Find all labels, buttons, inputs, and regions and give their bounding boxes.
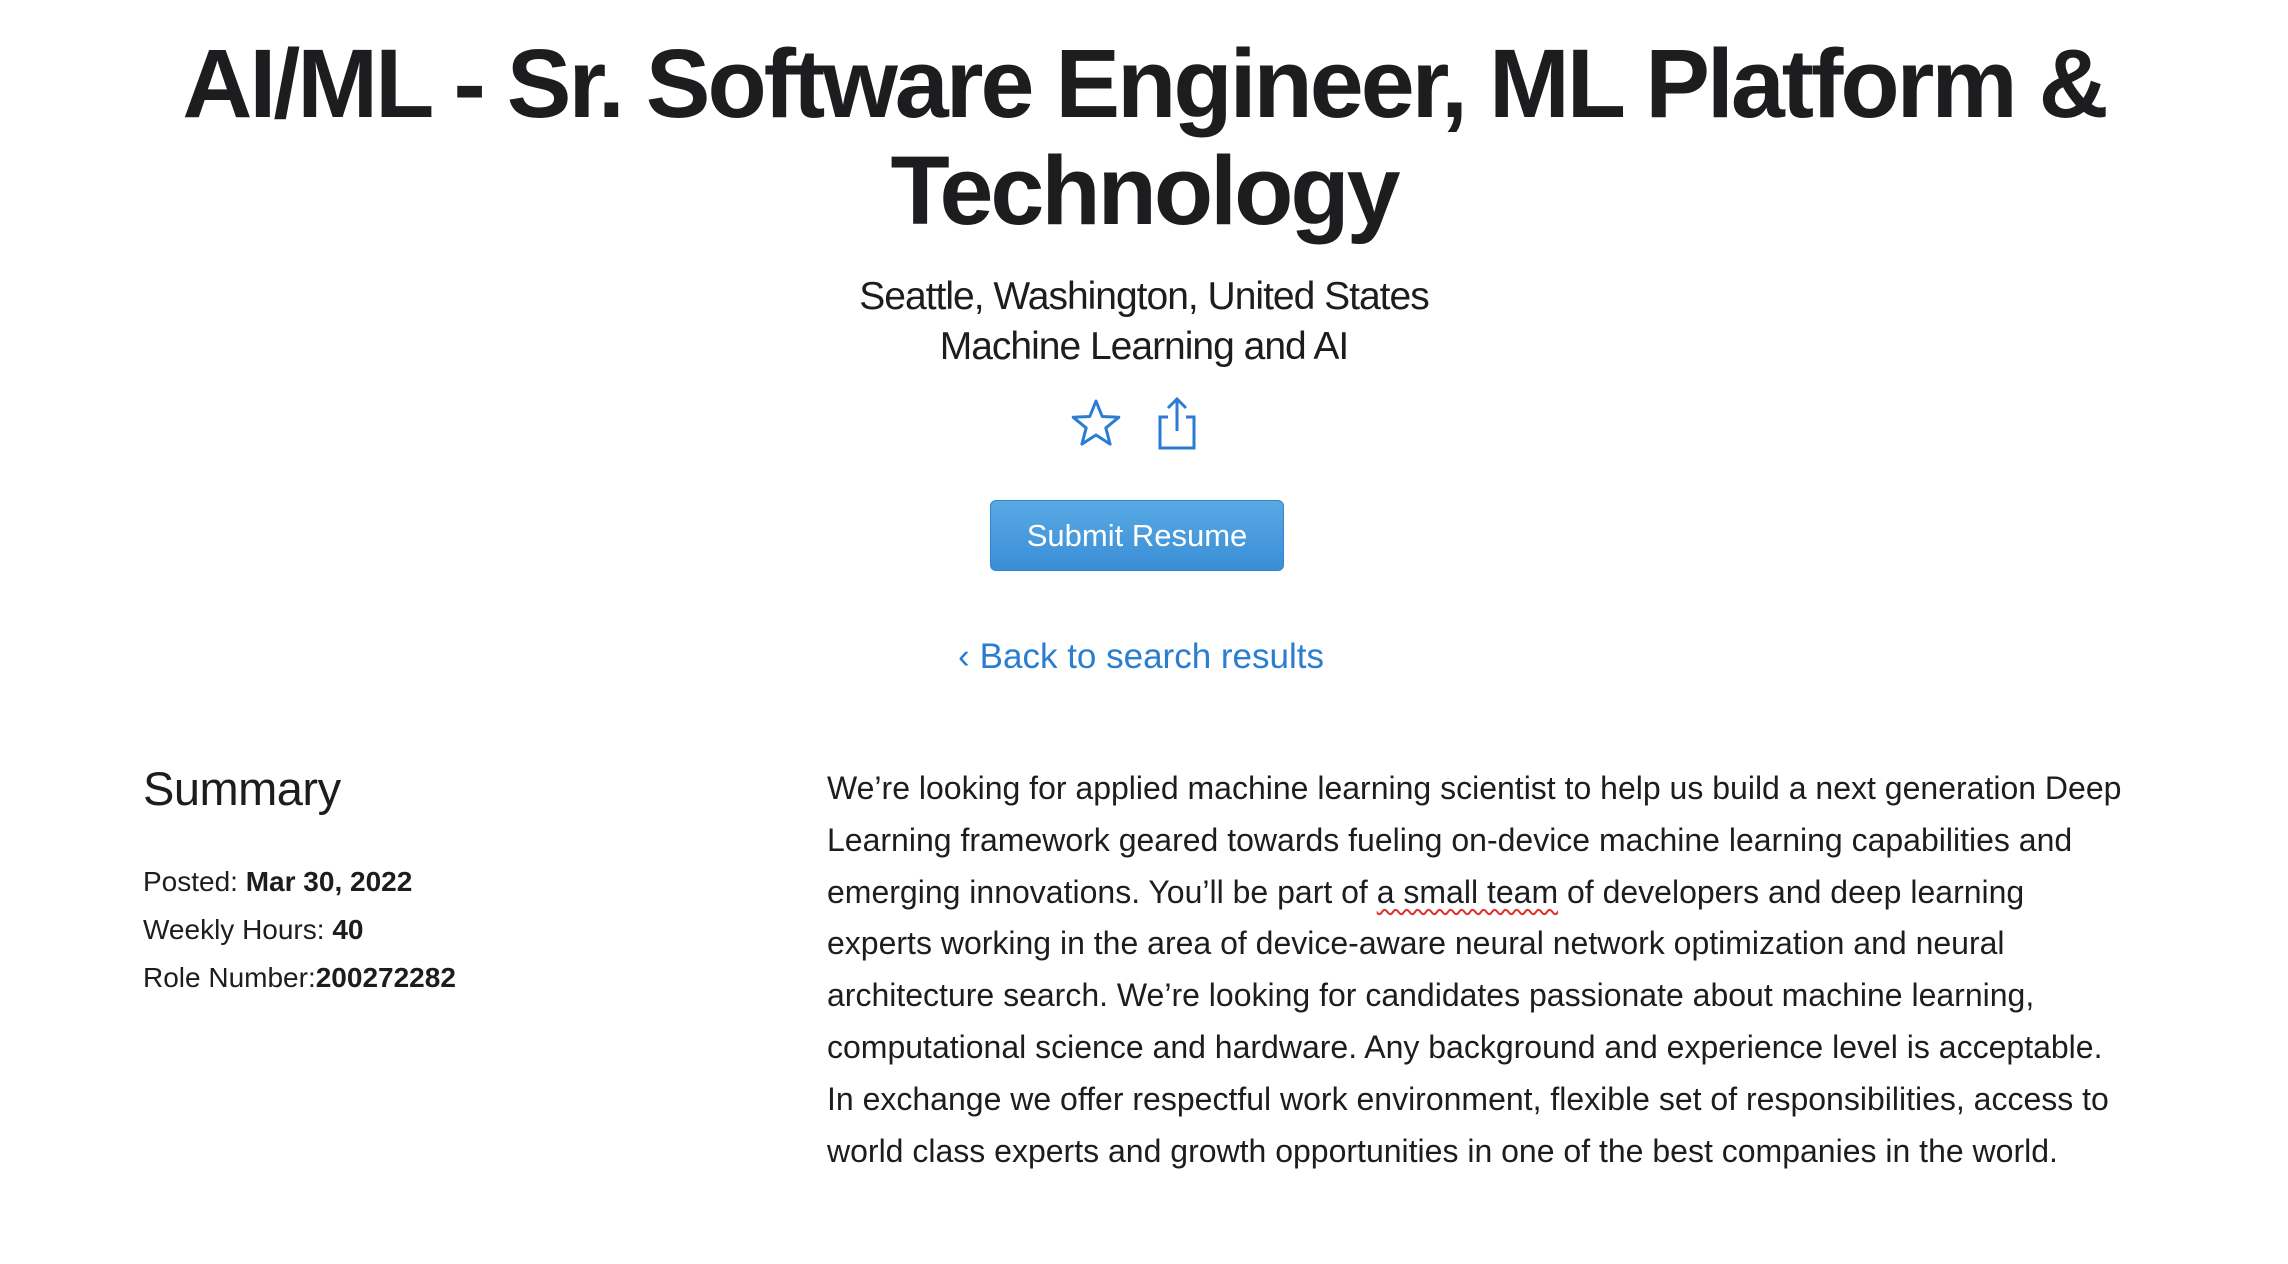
- share-icon: [1158, 396, 1196, 450]
- share-button[interactable]: [1147, 393, 1207, 453]
- favorite-button[interactable]: [1066, 393, 1126, 453]
- weekly-hours-label: Weekly Hours:: [143, 914, 325, 945]
- submit-resume-button[interactable]: Submit Resume: [990, 500, 1284, 571]
- job-description: We’re looking for applied machine learni…: [827, 763, 2127, 1177]
- chevron-left-icon: ‹: [958, 637, 970, 676]
- role-number-label: Role Number:: [143, 962, 316, 993]
- description-text-end: of developers and deep learning experts …: [827, 873, 2109, 1169]
- job-location: Seattle, Washington, United States: [859, 275, 1429, 318]
- role-number-row: Role Number:200272282: [143, 954, 456, 1002]
- star-outline-icon: [1071, 399, 1121, 446]
- job-title: AI/ML - Sr. Software Engineer, ML Platfo…: [182, 29, 2108, 245]
- posted-label: Posted:: [143, 866, 238, 897]
- spellcheck-flagged-text: a small team: [1376, 873, 1559, 910]
- posted-row: Posted: Mar 30, 2022: [143, 858, 456, 906]
- weekly-hours-row: Weekly Hours: 40: [143, 906, 456, 954]
- job-team: Machine Learning and AI: [939, 325, 1349, 368]
- summary-details: Posted: Mar 30, 2022 Weekly Hours: 40 Ro…: [143, 858, 456, 1002]
- summary-heading: Summary: [143, 762, 341, 815]
- role-number-value: 200272282: [315, 962, 456, 993]
- back-to-search-link[interactable]: ‹ Back to search results: [958, 635, 1324, 679]
- weekly-hours-value: 40: [332, 914, 364, 945]
- posted-value: Mar 30, 2022: [245, 866, 413, 897]
- back-link-label: Back to search results: [979, 637, 1324, 676]
